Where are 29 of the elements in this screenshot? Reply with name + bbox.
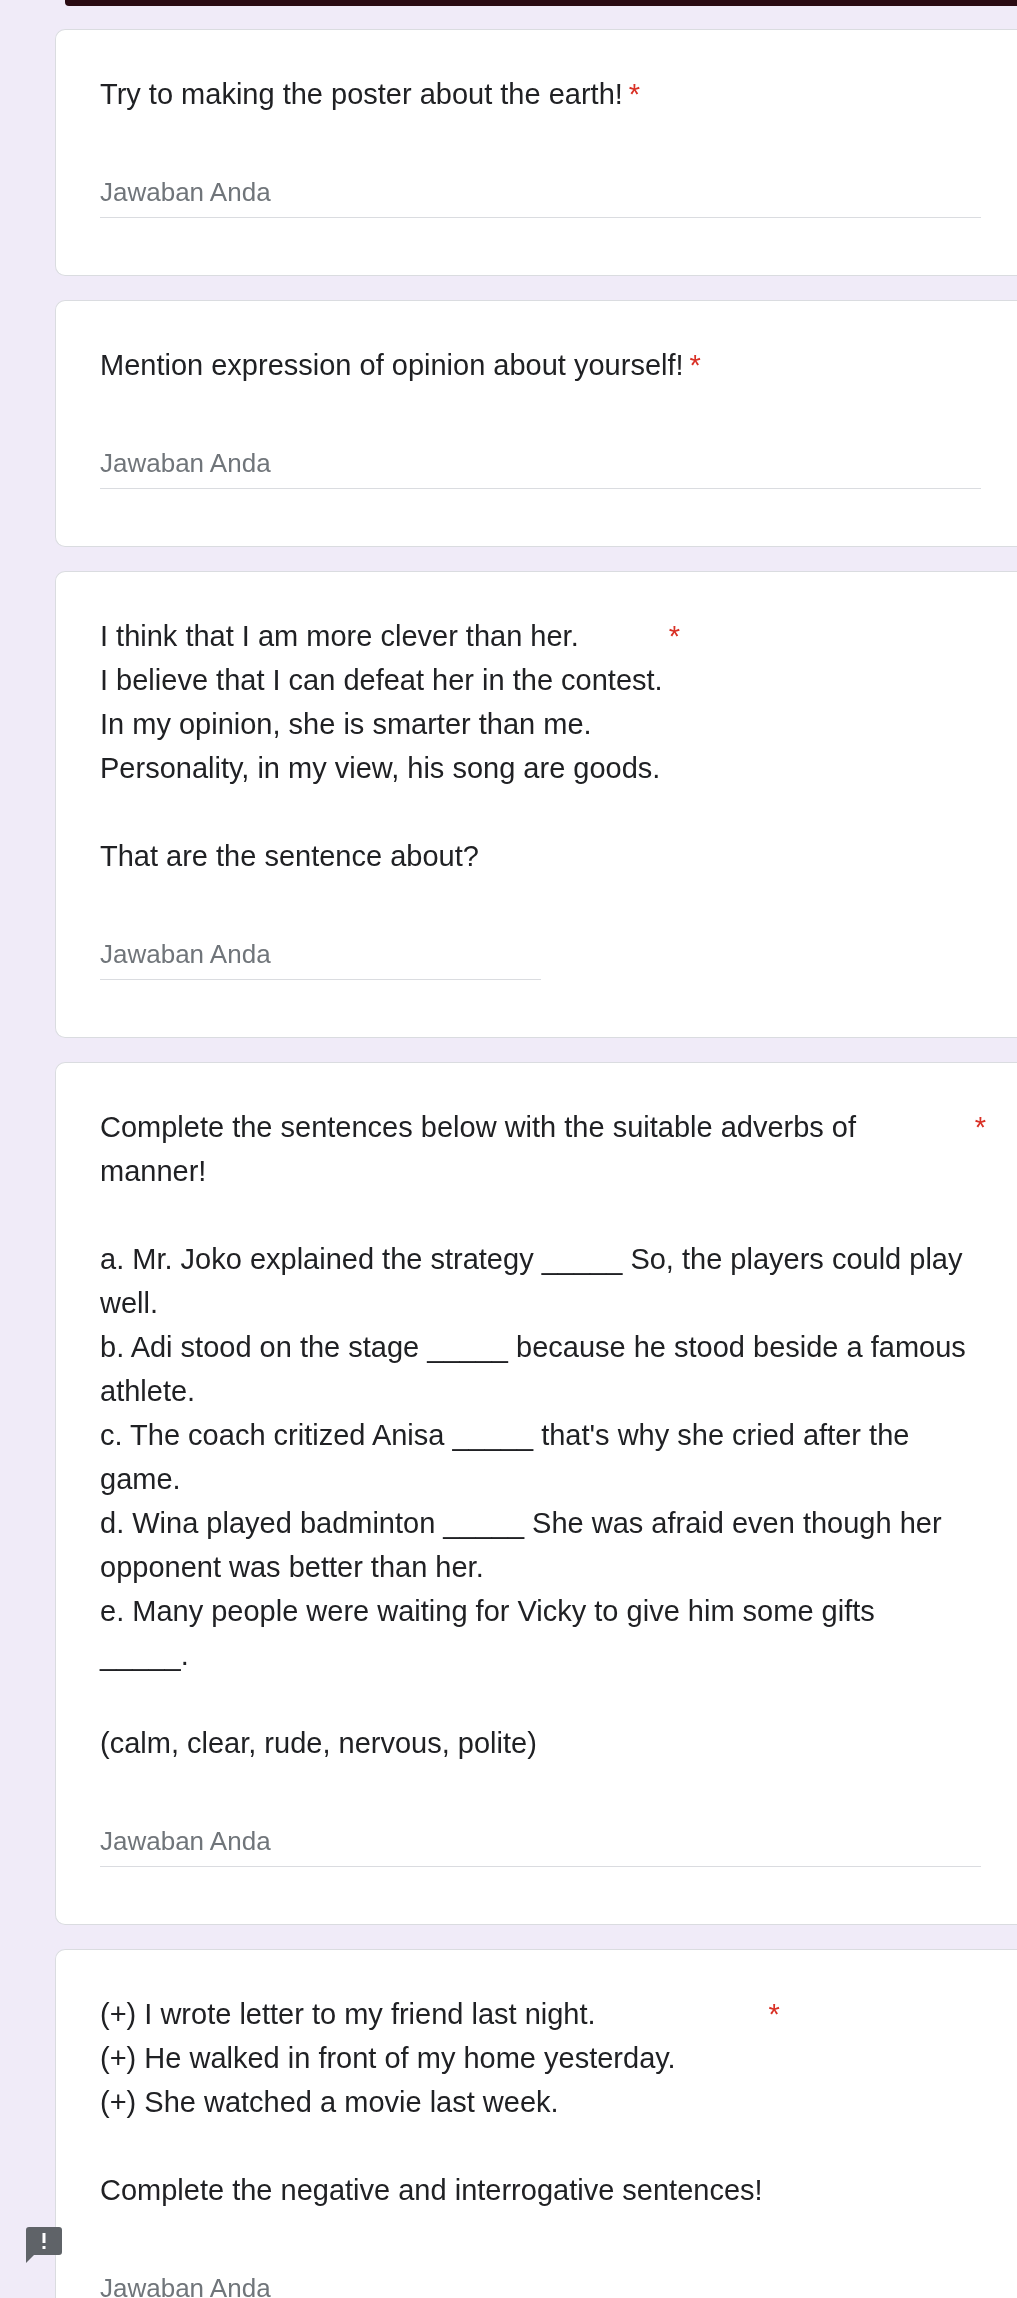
required-mark: * bbox=[974, 1110, 986, 1145]
question-text: (+) I wrote letter to my friend last night. bbox=[100, 1997, 597, 2032]
answer-field[interactable]: Jawaban Anda bbox=[100, 1826, 981, 1867]
answer-field[interactable]: Jawaban Anda bbox=[100, 448, 981, 489]
required-mark: * bbox=[768, 1997, 780, 2032]
question-text: (+) He walked in front of my home yesterday. bbox=[100, 2041, 677, 2076]
required-mark: * bbox=[668, 619, 680, 654]
question-text: I believe that I can defeat her in the contest. bbox=[100, 663, 663, 698]
question-text: Personality, in my view, his song are goods. bbox=[100, 751, 662, 786]
question-text: I think that I am more clever than her. bbox=[100, 619, 580, 654]
question-text: b. Adi stood on the stage _____ because he stood beside a famous athlete. bbox=[100, 1330, 967, 1409]
question-text: (calm, clear, rude, nervous, polite) bbox=[100, 1726, 538, 1761]
required-mark: * bbox=[689, 348, 701, 383]
answer-field[interactable]: Jawaban Anda bbox=[100, 177, 981, 218]
question-text: Try to making the poster about the earth! bbox=[100, 77, 623, 112]
question-text: Complete the negative and interrogative sentences! bbox=[100, 2173, 763, 2208]
question-text: e. Many people were waiting for Vicky to give him some gifts _____. bbox=[100, 1594, 876, 1673]
answer-field[interactable]: Jawaban Anda bbox=[100, 2273, 986, 2298]
question-text: Complete the sentences below with the suitable adverbs of manner! bbox=[100, 1110, 858, 1189]
question-text: a. Mr. Joko explained the strategy _____ So, the players could play well. bbox=[100, 1242, 964, 1321]
question-text: (+) She watched a movie last week. bbox=[100, 2085, 560, 2120]
question-text: In my opinion, she is smarter than me. bbox=[100, 707, 593, 742]
question-text: d. Wina played badminton _____ She was afraid even though her opponent was better than her. bbox=[100, 1506, 943, 1585]
question-text: That are the sentence about? bbox=[100, 839, 480, 874]
question-text: c. The coach critized Anisa _____ that's why she cried after the game. bbox=[100, 1418, 911, 1497]
question-text: Mention expression of opinion about yourself! bbox=[100, 348, 684, 383]
answer-field[interactable]: Jawaban Anda bbox=[100, 939, 541, 980]
required-mark: * bbox=[628, 77, 641, 112]
feedback-icon[interactable] bbox=[26, 2227, 62, 2263]
